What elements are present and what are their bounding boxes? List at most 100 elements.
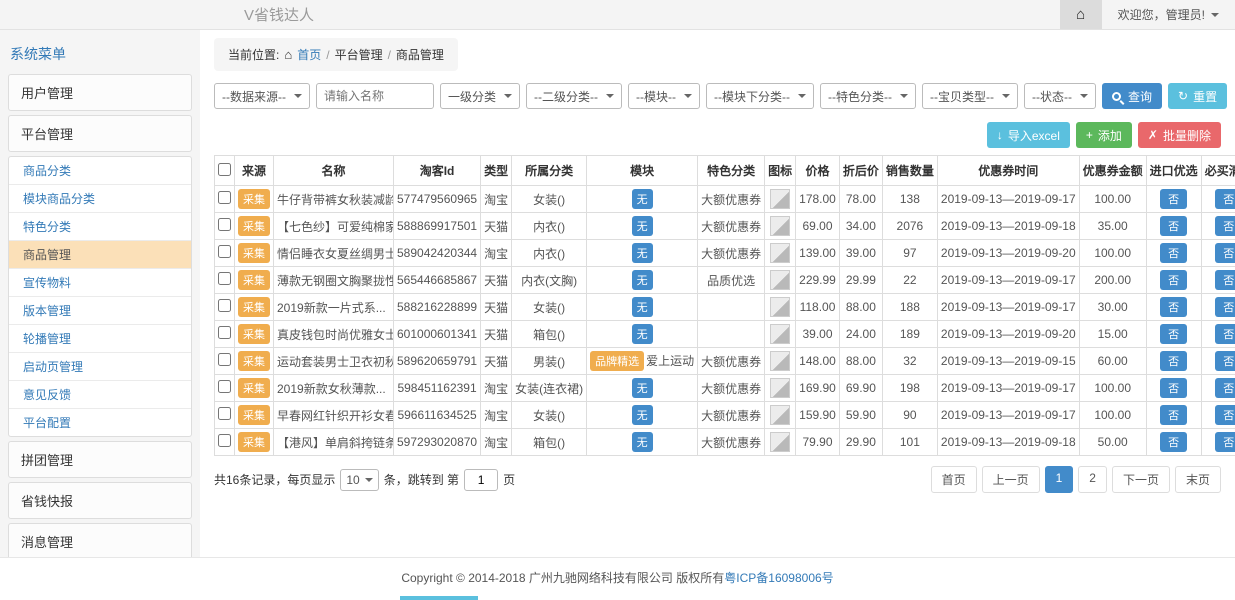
- sidebar-item-省钱快报[interactable]: 省钱快报: [8, 482, 192, 519]
- submenu-item-意见反馈[interactable]: 意见反馈: [9, 381, 191, 409]
- import-excel-button[interactable]: ↓ 导入excel: [987, 122, 1070, 148]
- row-checkbox[interactable]: [218, 326, 231, 339]
- sales-count: 189: [882, 321, 937, 348]
- import-toggle-button[interactable]: 否: [1160, 243, 1187, 263]
- select-all-checkbox[interactable]: [218, 163, 231, 176]
- chevron-down-icon: [798, 94, 806, 98]
- submenu-item-商品管理[interactable]: 商品管理: [9, 241, 191, 269]
- page-button-末页[interactable]: 末页: [1175, 466, 1221, 493]
- import-toggle-button[interactable]: 否: [1160, 324, 1187, 344]
- import-toggle-button[interactable]: 否: [1160, 216, 1187, 236]
- page-button-首页[interactable]: 首页: [931, 466, 977, 493]
- filter-select-1[interactable]: 一级分类: [440, 83, 520, 109]
- platform-type: 淘宝: [481, 429, 512, 456]
- add-button[interactable]: + 添加: [1076, 122, 1132, 148]
- discount-price: 24.00: [839, 321, 882, 348]
- row-checkbox[interactable]: [218, 353, 231, 366]
- bulk-delete-button[interactable]: ✗ 批量删除: [1138, 122, 1221, 148]
- row-checkbox[interactable]: [218, 380, 231, 393]
- discount-price: 29.90: [839, 429, 882, 456]
- price: 69.00: [796, 213, 840, 240]
- feature-category: 大额优惠券: [698, 375, 765, 402]
- table-row: 采集2019新款一片式系...588216228899天猫女装()无118.00…: [215, 294, 1235, 321]
- home-button[interactable]: ⌂: [1060, 0, 1102, 29]
- filter-select-2[interactable]: --二级分类--: [526, 83, 622, 109]
- must-buy-toggle-button[interactable]: 否: [1215, 432, 1235, 452]
- product-image: [770, 432, 790, 452]
- must-buy-toggle-button[interactable]: 否: [1215, 351, 1235, 371]
- import-toggle-button[interactable]: 否: [1160, 270, 1187, 290]
- must-buy-toggle-button[interactable]: 否: [1215, 243, 1235, 263]
- page-button-下一页[interactable]: 下一页: [1112, 466, 1170, 493]
- import-toggle-button[interactable]: 否: [1160, 432, 1187, 452]
- name-search-input[interactable]: [316, 83, 434, 109]
- must-buy-toggle-button[interactable]: 否: [1215, 378, 1235, 398]
- submenu-item-特色分类[interactable]: 特色分类: [9, 213, 191, 241]
- import-toggle-button[interactable]: 否: [1160, 405, 1187, 425]
- pagination: 首页上一页12下一页末页: [931, 466, 1221, 493]
- icp-link[interactable]: 粤ICP备16098006号: [724, 571, 833, 585]
- submenu-item-宣传物料[interactable]: 宣传物料: [9, 269, 191, 297]
- submenu-item-轮播管理[interactable]: 轮播管理: [9, 325, 191, 353]
- must-buy-toggle-button[interactable]: 否: [1215, 405, 1235, 425]
- submenu-item-启动页管理[interactable]: 启动页管理: [9, 353, 191, 381]
- submenu-item-模块商品分类[interactable]: 模块商品分类: [9, 185, 191, 213]
- table-row: 采集真皮钱包时尚优雅女士...601000601341天猫箱包()无39.002…: [215, 321, 1235, 348]
- row-checkbox[interactable]: [218, 272, 231, 285]
- must-buy-toggle-button[interactable]: 否: [1215, 189, 1235, 209]
- submenu-item-商品分类[interactable]: 商品分类: [9, 157, 191, 185]
- breadcrumb-home-link[interactable]: 首页: [297, 46, 321, 63]
- must-buy-toggle-button[interactable]: 否: [1215, 324, 1235, 344]
- chevron-down-icon: [1211, 13, 1219, 17]
- page-button-1[interactable]: 1: [1045, 466, 1074, 493]
- filter-data-source[interactable]: --数据来源--: [214, 83, 310, 109]
- chevron-down-icon: [504, 94, 512, 98]
- filter-select-7[interactable]: --状态--: [1024, 83, 1096, 109]
- submenu-item-版本管理[interactable]: 版本管理: [9, 297, 191, 325]
- jump-page-input[interactable]: [464, 469, 498, 491]
- sidebar-item-拼团管理[interactable]: 拼团管理: [8, 441, 192, 478]
- import-toggle-button[interactable]: 否: [1160, 351, 1187, 371]
- chevron-down-icon: [365, 478, 373, 482]
- import-toggle-button[interactable]: 否: [1160, 297, 1187, 317]
- sidebar-item-用户管理[interactable]: 用户管理: [8, 74, 192, 111]
- category: 内衣(): [512, 240, 587, 267]
- product-name: 【七色纱】可爱纯棉家...: [274, 213, 394, 240]
- filter-select-5[interactable]: --特色分类--: [820, 83, 916, 109]
- price: 159.90: [796, 402, 840, 429]
- row-checkbox[interactable]: [218, 245, 231, 258]
- bottom-accent-bar: [400, 596, 478, 600]
- row-checkbox[interactable]: [218, 191, 231, 204]
- sidebar-item-消息管理[interactable]: 消息管理: [8, 523, 192, 560]
- filter-select-4[interactable]: --模块下分类--: [706, 83, 814, 109]
- must-buy-toggle-button[interactable]: 否: [1215, 270, 1235, 290]
- user-menu[interactable]: 欢迎您，管理员!: [1102, 6, 1235, 23]
- must-buy-toggle-button[interactable]: 否: [1215, 297, 1235, 317]
- search-button[interactable]: 查询: [1102, 83, 1162, 109]
- import-toggle-button[interactable]: 否: [1160, 189, 1187, 209]
- row-checkbox[interactable]: [218, 434, 231, 447]
- category: 内衣(): [512, 213, 587, 240]
- row-checkbox[interactable]: [218, 218, 231, 231]
- page-button-上一页[interactable]: 上一页: [982, 466, 1040, 493]
- per-page-select[interactable]: 10: [340, 469, 378, 491]
- col-header-类型: 类型: [481, 156, 512, 186]
- feature-category: 大额优惠券: [698, 402, 765, 429]
- filter-select-6[interactable]: --宝贝类型--: [922, 83, 1018, 109]
- chevron-down-icon: [606, 94, 614, 98]
- sales-count: 97: [882, 240, 937, 267]
- must-buy-toggle-button[interactable]: 否: [1215, 216, 1235, 236]
- row-checkbox[interactable]: [218, 299, 231, 312]
- product-image: [770, 243, 790, 263]
- row-checkbox[interactable]: [218, 407, 231, 420]
- sidebar-item-平台管理[interactable]: 平台管理: [8, 115, 192, 152]
- submenu-item-平台配置[interactable]: 平台配置: [9, 409, 191, 436]
- col-header-销售数量: 销售数量: [882, 156, 937, 186]
- col-header-名称: 名称: [274, 156, 394, 186]
- page-button-2[interactable]: 2: [1078, 466, 1107, 493]
- chevron-down-icon: [1080, 94, 1088, 98]
- reset-button[interactable]: ↻ 重置: [1168, 83, 1227, 109]
- filter-select-3[interactable]: --模块--: [628, 83, 700, 109]
- import-toggle-button[interactable]: 否: [1160, 378, 1187, 398]
- category: 箱包(): [512, 429, 587, 456]
